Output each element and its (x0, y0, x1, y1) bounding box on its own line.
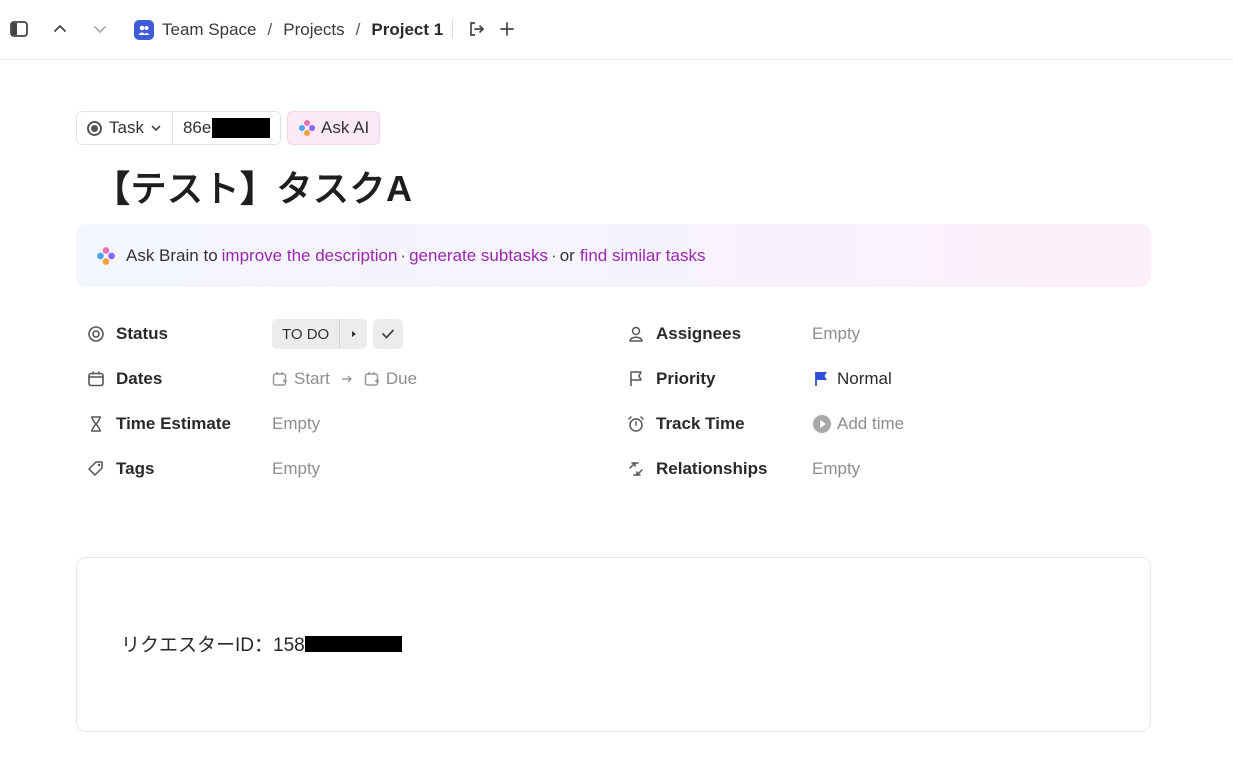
add-time-text: Add time (837, 414, 905, 433)
check-icon (382, 329, 395, 339)
tags-value[interactable]: Empty (272, 454, 320, 484)
find-similar-tasks-link[interactable]: find similar tasks (580, 246, 706, 266)
dot-separator: · (551, 245, 557, 265)
task-title[interactable]: 【テスト】タスクA (94, 160, 413, 212)
breadcrumb: Team Space / Projects / Project 1 (134, 17, 443, 43)
divider (452, 20, 453, 38)
relationships-label: Relationships (656, 459, 768, 478)
status-button[interactable]: TO DO (272, 319, 340, 349)
top-bar: Team Space / Projects / Project 1 (0, 0, 1233, 60)
or-text: or (559, 245, 575, 265)
status-label: Status (116, 324, 168, 343)
breadcrumb-separator: / (355, 20, 361, 39)
timer-icon (626, 414, 646, 434)
assignees-label: Assignees (656, 324, 742, 343)
tags-field: Tags (86, 454, 154, 484)
status-control: TO DO (272, 319, 404, 349)
complete-status-button[interactable] (373, 319, 404, 349)
requester-id-text: リクエスターID：158 (121, 635, 305, 656)
dates-value: Start Due (272, 364, 417, 394)
add-time-button[interactable]: Add time (812, 409, 904, 439)
chevron-down-icon[interactable] (88, 17, 112, 41)
play-circle-icon (813, 415, 831, 433)
time-estimate-label: Time Estimate (116, 414, 231, 433)
priority-field: Priority (626, 364, 716, 394)
share-icon[interactable] (465, 17, 489, 41)
priority-label: Priority (656, 369, 716, 388)
brain-sparkle-icon (299, 120, 315, 136)
due-date-text: Due (385, 369, 418, 388)
redacted-task-id (212, 118, 271, 138)
chevron-up-icon[interactable] (48, 17, 72, 41)
play-arrow-icon (351, 331, 356, 337)
breadcrumb-projects[interactable]: Projects (283, 20, 344, 40)
calendar-icon (86, 369, 106, 389)
relationships-value[interactable]: Empty (812, 454, 860, 484)
redacted-requester-id (304, 635, 402, 652)
task-id-prefix: 86e (182, 118, 212, 137)
chevron-down-icon (151, 125, 161, 132)
arrow-right-icon (341, 375, 352, 383)
track-time-label: Track Time (656, 414, 745, 433)
description-text: リクエスターID：158 (121, 630, 402, 657)
flag-outline-icon (626, 369, 646, 389)
start-date-text: Start (294, 369, 330, 388)
task-id[interactable]: 86e (171, 112, 280, 144)
time-estimate-field: Time Estimate (86, 409, 231, 439)
generate-subtasks-link[interactable]: generate subtasks (409, 246, 548, 266)
breadcrumb-team-space[interactable]: Team Space (162, 20, 257, 40)
description-editor[interactable]: リクエスターID：158 (76, 557, 1151, 732)
task-type-chip: Task 86e (76, 111, 282, 145)
start-date-button[interactable]: Start (272, 369, 330, 389)
breadcrumb-separator: / (267, 20, 273, 39)
brain-sparkle-icon (97, 246, 115, 265)
dot-separator: · (400, 245, 407, 265)
assignees-field: Assignees (626, 319, 741, 349)
task-type-icon (87, 120, 102, 136)
dates-label: Dates (116, 369, 163, 388)
team-space-icon (134, 20, 154, 40)
ask-ai-label: Ask AI (321, 118, 370, 137)
ask-brain-prefix: Ask Brain to (126, 245, 218, 265)
status-field: Status (86, 319, 168, 349)
user-icon (626, 324, 646, 344)
task-type-label: Task (109, 118, 144, 137)
improve-description-link[interactable]: improve the description (222, 246, 398, 266)
ask-ai-button[interactable]: Ask AI (287, 111, 381, 145)
time-estimate-value[interactable]: Empty (272, 409, 320, 439)
priority-value[interactable]: Normal (812, 364, 892, 394)
breadcrumb-current[interactable]: Project 1 (371, 20, 443, 40)
calendar-add-icon (364, 372, 379, 386)
ask-brain-banner: Ask Brain to improve the description · g… (76, 224, 1151, 287)
assignees-value[interactable]: Empty (812, 319, 860, 349)
task-type-selector[interactable]: Task (77, 112, 172, 144)
dates-field: Dates (86, 364, 162, 394)
calendar-add-icon (272, 372, 287, 386)
hourglass-icon (86, 414, 106, 434)
sidebar-toggle-icon[interactable] (7, 17, 31, 41)
track-time-field: Track Time (626, 409, 745, 439)
relationships-field: Relationships (626, 454, 767, 484)
plus-icon[interactable] (495, 17, 519, 41)
tags-label: Tags (116, 459, 155, 478)
relationship-icon (626, 459, 646, 479)
tag-icon (86, 459, 106, 479)
status-next-button[interactable] (339, 319, 368, 349)
due-date-button[interactable]: Due (364, 369, 417, 389)
priority-text: Normal (837, 369, 892, 388)
flag-icon (815, 372, 827, 386)
status-icon (86, 324, 106, 344)
